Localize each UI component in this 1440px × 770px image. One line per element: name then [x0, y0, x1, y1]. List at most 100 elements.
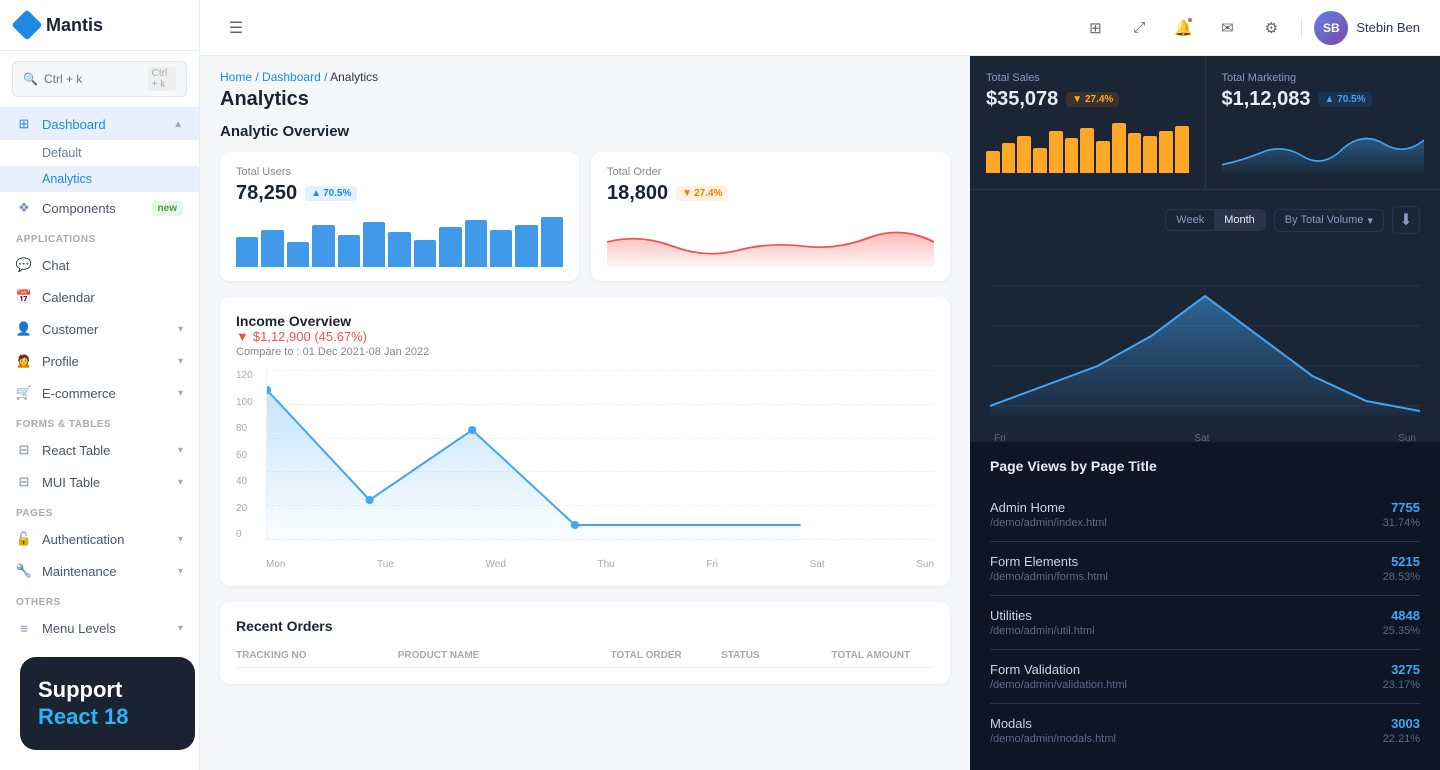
- income-left: Income Overview ▼ $1,12,900 (45.67%) Com…: [236, 313, 429, 358]
- income-overview-section: Income Overview ▼ $1,12,900 (45.67%) Com…: [220, 297, 950, 586]
- pv-item-2: Utilities /demo/admin/util.html 4848 25.…: [990, 596, 1420, 650]
- sidebar-item-react-table[interactable]: ⊟ React Table ▾: [0, 434, 199, 466]
- breadcrumb-current: Analytics: [330, 70, 378, 84]
- sidebar-item-customer[interactable]: 👤 Customer ▾: [0, 313, 199, 345]
- chevron-up-icon: ▲: [173, 119, 183, 130]
- grid-icon-button[interactable]: ⊞: [1077, 10, 1113, 46]
- notification-badge: [1186, 16, 1194, 24]
- rp-stat-value-row-sales: $35,078 ▼ 27.4%: [986, 88, 1189, 111]
- stat-value-orders: 18,800: [607, 182, 668, 205]
- dashboard-icon: ⊞: [16, 116, 32, 132]
- user-menu[interactable]: SB Stebin Ben: [1314, 11, 1420, 45]
- chevron-down-icon: ▾: [1367, 214, 1373, 227]
- sidebar-item-chat[interactable]: 💬 Chat: [0, 249, 199, 281]
- search-icon: 🔍: [23, 72, 38, 86]
- sidebar-item-label: MUI Table: [42, 475, 100, 490]
- page-views-section: Page Views by Page Title Admin Home /dem…: [970, 442, 1440, 770]
- stat-value-row-users: 78,250 ▲ 70.5%: [236, 182, 563, 205]
- main-area: ☰ ⊞ ⤢ 🔔 ✉ ⚙ SB Stebin Ben Home / Dashb: [200, 0, 1440, 770]
- section-applications: Applications: [0, 224, 199, 249]
- sidebar-item-menu-levels[interactable]: ≡ Menu Levels ▾: [0, 612, 199, 644]
- calendar-icon: 📅: [16, 289, 32, 305]
- rp-period-toggle: Week Month: [1165, 209, 1266, 231]
- rp-stat-badge-sales: ▼ 27.4%: [1066, 92, 1119, 107]
- sidebar-item-authentication[interactable]: 🔓 Authentication ▾: [0, 523, 199, 555]
- income-title: Income Overview: [236, 313, 429, 329]
- stat-badge-orders: ▼ 27.4%: [676, 186, 728, 201]
- maintenance-icon: 🔧: [16, 563, 32, 579]
- pv-item-3: Form Validation /demo/admin/validation.h…: [990, 650, 1420, 704]
- pv-item-4: Modals /demo/admin/modals.html 3003 22.2…: [990, 704, 1420, 757]
- sidebar-logo[interactable]: Mantis: [0, 0, 199, 51]
- notifications-icon-button[interactable]: 🔔: [1165, 10, 1201, 46]
- sidebar-item-calendar[interactable]: 📅 Calendar: [0, 281, 199, 313]
- breadcrumb-home[interactable]: Home: [220, 70, 252, 84]
- chart-inner: [266, 370, 934, 540]
- sidebar-subitem-analytics[interactable]: Analytics: [0, 166, 199, 192]
- pv-item-1: Form Elements /demo/admin/forms.html 521…: [990, 542, 1420, 596]
- search-wrap[interactable]: 🔍 Ctrl + k: [12, 61, 187, 97]
- pv-pct-4: 22.21%: [1383, 733, 1420, 745]
- menu-levels-icon: ≡: [16, 620, 32, 636]
- settings-icon-button[interactable]: ⚙: [1253, 10, 1289, 46]
- search-input[interactable]: [44, 72, 142, 86]
- pv-name-3: Form Validation: [990, 662, 1127, 677]
- pv-name-4: Modals: [990, 716, 1116, 731]
- rp-stat-card-sales: Total Sales $35,078 ▼ 27.4%: [970, 56, 1206, 189]
- rp-volume-dropdown[interactable]: By Total Volume ▾: [1274, 209, 1384, 232]
- pv-pct-0: 31.74%: [1383, 517, 1420, 529]
- profile-icon: 🙍: [16, 353, 32, 369]
- fullscreen-icon-button[interactable]: ⤢: [1121, 10, 1157, 46]
- sidebar-item-label: Authentication: [42, 532, 124, 547]
- income-chart: 120100806040200: [236, 370, 934, 570]
- chat-icon: 💬: [16, 257, 32, 273]
- rp-stat-badge-marketing: ▲ 70.5%: [1318, 92, 1371, 107]
- sidebar-item-dashboard[interactable]: ⊞ Dashboard ▲: [0, 108, 199, 140]
- messages-icon-button[interactable]: ✉: [1209, 10, 1245, 46]
- support-popup[interactable]: Support React 18: [20, 657, 195, 750]
- col-header-tracking: TRACKING NO: [236, 650, 390, 661]
- stat-card-users: Total Users 78,250 ▲ 70.5%: [220, 152, 579, 281]
- chart-x-axis: MonTueWedThuFriSatSun: [266, 559, 934, 570]
- pv-url-2: /demo/admin/util.html: [990, 625, 1095, 637]
- sidebar-item-ecommerce[interactable]: 🛒 E-commerce ▾: [0, 377, 199, 409]
- rp-month-button[interactable]: Month: [1214, 210, 1265, 230]
- pv-pct-3: 23.17%: [1383, 679, 1420, 691]
- left-panel: Home / Dashboard / Analytics Analytics A…: [200, 56, 970, 770]
- sidebar-item-label: Profile: [42, 354, 79, 369]
- arrow-down-icon: ▼: [682, 188, 692, 199]
- logo-icon: [11, 9, 42, 40]
- sidebar-subitem-default[interactable]: Default: [0, 140, 199, 166]
- rp-week-button[interactable]: Week: [1166, 210, 1214, 230]
- col-header-amount: TOTAL AMOUNT: [832, 650, 934, 661]
- pv-count-3: 3275: [1383, 662, 1420, 677]
- breadcrumb-dashboard[interactable]: Dashboard: [262, 70, 321, 84]
- rp-stat-label-marketing: Total Marketing: [1222, 72, 1425, 84]
- mui-table-icon: ⊟: [16, 474, 32, 490]
- stat-card-orders: Total Order 18,800 ▼ 27.4%: [591, 152, 950, 281]
- sidebar-item-mui-table[interactable]: ⊟ MUI Table ▾: [0, 466, 199, 498]
- rp-download-button[interactable]: ⬇: [1392, 206, 1420, 234]
- pv-url-3: /demo/admin/validation.html: [990, 679, 1127, 691]
- topbar-divider: [1301, 18, 1302, 38]
- topbar-left: ☰: [220, 12, 252, 44]
- pv-count-0: 7755: [1383, 500, 1420, 515]
- col-header-product: PRODUCT NAME: [398, 650, 603, 661]
- new-badge: new: [152, 201, 183, 216]
- user-name: Stebin Ben: [1356, 20, 1420, 35]
- sidebar-item-profile[interactable]: 🙍 Profile ▾: [0, 345, 199, 377]
- sidebar-item-label: E-commerce: [42, 386, 116, 401]
- pv-url-4: /demo/admin/modals.html: [990, 733, 1116, 745]
- auth-icon: 🔓: [16, 531, 32, 547]
- components-icon: ❖: [16, 200, 32, 216]
- content-area: Home / Dashboard / Analytics Analytics A…: [200, 56, 1440, 770]
- income-compare: Compare to : 01 Dec 2021-08 Jan 2022: [236, 346, 429, 358]
- breadcrumb: Home / Dashboard / Analytics: [200, 56, 970, 84]
- sidebar-item-maintenance[interactable]: 🔧 Maintenance ▾: [0, 555, 199, 587]
- menu-toggle-button[interactable]: ☰: [220, 12, 252, 44]
- section-forms-tables: Forms & Tables: [0, 409, 199, 434]
- right-panel: Total Sales $35,078 ▼ 27.4%: [970, 56, 1440, 770]
- pv-name-1: Form Elements: [990, 554, 1108, 569]
- sidebar-item-components[interactable]: ❖ Components new: [0, 192, 199, 224]
- pv-url-0: /demo/admin/index.html: [990, 517, 1107, 529]
